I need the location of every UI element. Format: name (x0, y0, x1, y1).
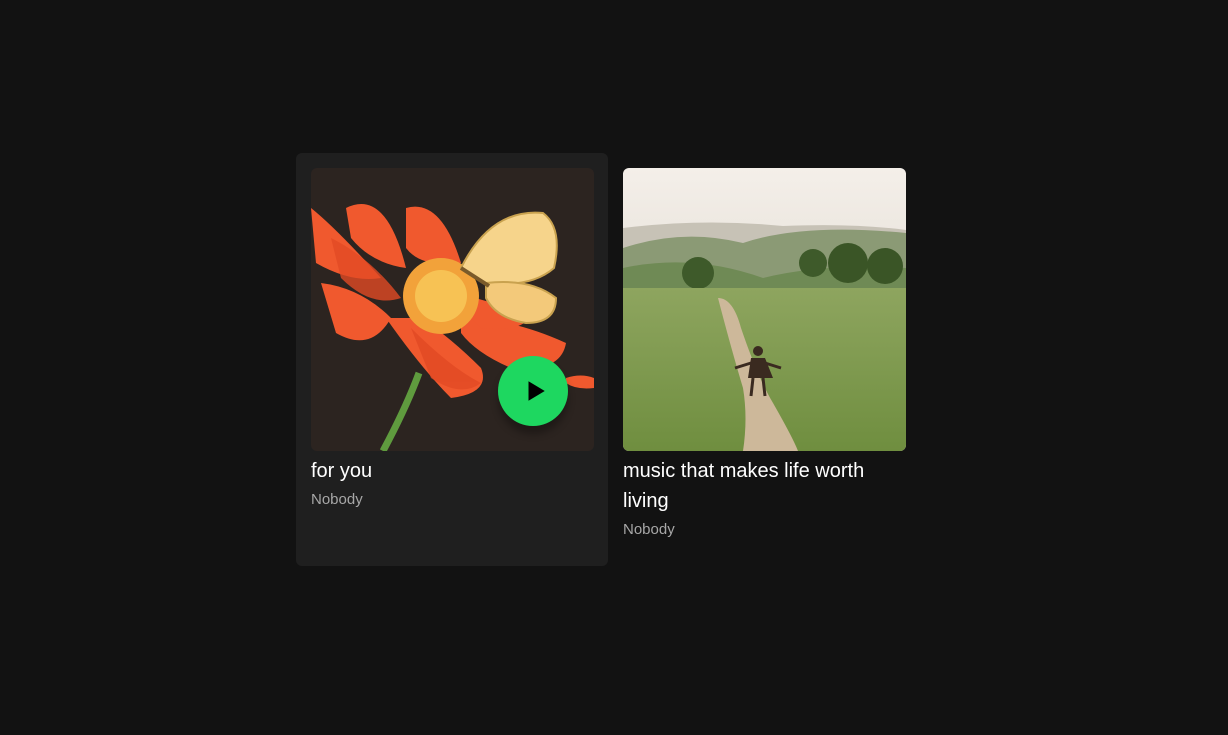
play-icon (528, 381, 545, 401)
meadow-path-photo (623, 168, 906, 451)
playlist-owner: Nobody (623, 521, 675, 538)
play-button[interactable] (498, 356, 568, 426)
playlist-card-for-you[interactable]: for you Nobody (296, 153, 608, 566)
playlist-title[interactable]: for you (311, 456, 593, 486)
playlist-owner: Nobody (311, 491, 363, 508)
playlist-card-music-that-makes-life-worth-living[interactable]: music that makes life worth living Nobod… (608, 153, 920, 566)
playlist-title[interactable]: music that makes life worth living (623, 456, 905, 516)
playlist-cover-image (623, 168, 906, 451)
playlist-grid: for you Nobody music that makes life wor… (0, 0, 1228, 735)
